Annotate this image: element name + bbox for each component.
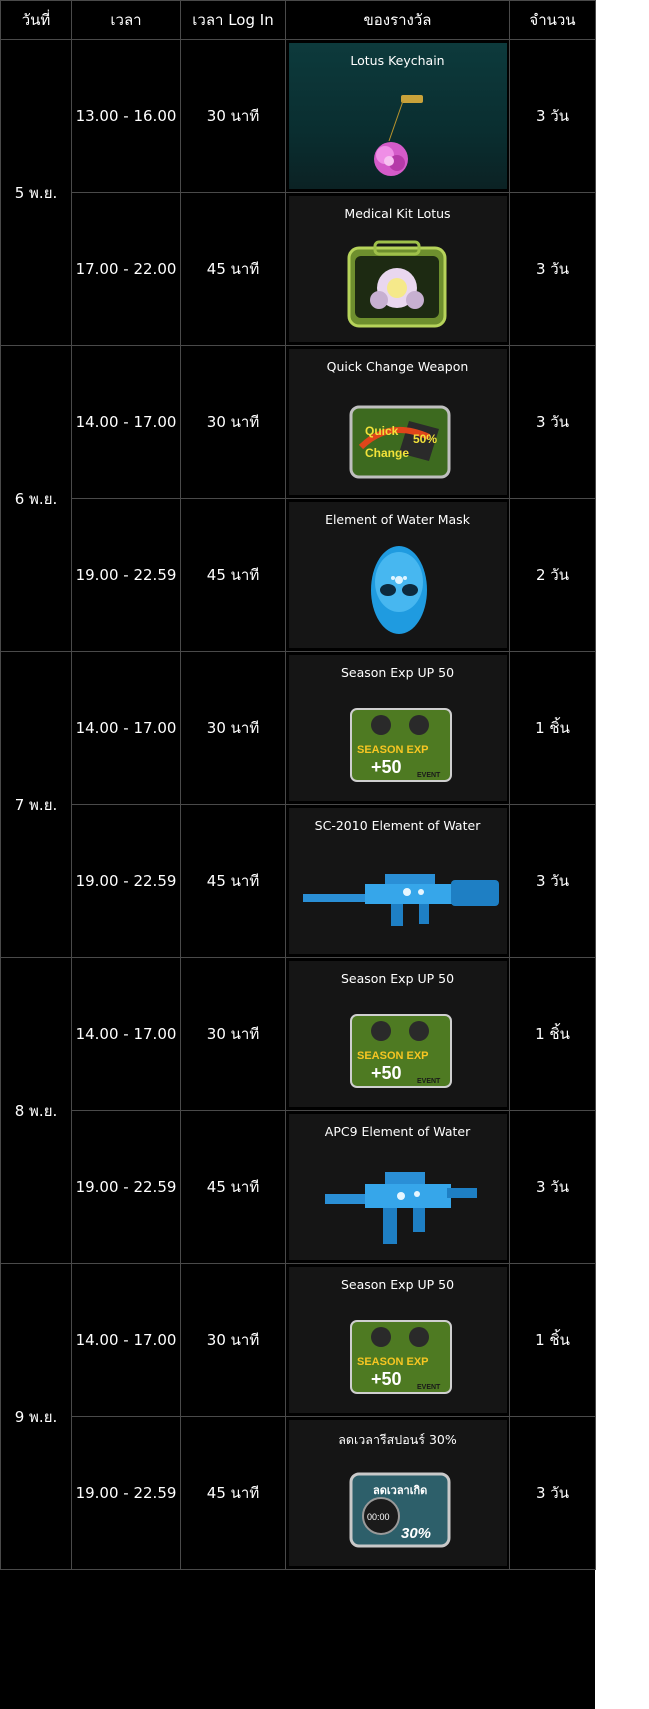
badge-line2: +50 bbox=[371, 1369, 402, 1389]
table-row: 19.00 - 22.59 45 นาที ลดเวลาเกิด 00:00 3… bbox=[1, 1416, 596, 1570]
login-cell: 30 นาที bbox=[180, 39, 286, 193]
table-row: 7 พ.ย. 14.00 - 17.00 30 นาที SEASON EXP … bbox=[0, 651, 596, 958]
time-cell: 19.00 - 22.59 bbox=[71, 498, 181, 652]
table-row: 8 พ.ย. 14.00 - 17.00 30 นาที SEASON EXP … bbox=[0, 957, 596, 1264]
prize-card: Element of Water Mask bbox=[288, 502, 507, 648]
login-cell: 45 นาที bbox=[180, 1416, 286, 1570]
badge-percent: 50% bbox=[413, 432, 437, 446]
table-row: 19.00 - 22.59 45 นาที SC-2010 Element of… bbox=[1, 804, 596, 958]
login-cell: 30 นาที bbox=[180, 957, 286, 1111]
badge-line1: Quick bbox=[365, 424, 399, 438]
date-cell: 7 พ.ย. bbox=[0, 651, 72, 958]
time-cell: 19.00 - 22.59 bbox=[71, 1416, 181, 1570]
prize-cell: SEASON EXP +50 EVENT Season Exp UP 50 bbox=[285, 651, 510, 805]
amount-cell: 3 วัน bbox=[509, 192, 596, 346]
badge-line1: ลดเวลาเกิด bbox=[373, 1484, 427, 1497]
login-cell: 45 นาที bbox=[180, 192, 286, 346]
prize-cell: SEASON EXP +50 EVENT Season Exp UP 50 bbox=[285, 957, 510, 1111]
prize-card: Lotus Keychain bbox=[288, 43, 507, 189]
header-time: เวลา bbox=[71, 0, 181, 40]
badge-line1: SEASON EXP bbox=[357, 744, 429, 756]
prize-cell: APC9 Element of Water bbox=[285, 1110, 510, 1264]
prize-cell: Lotus Keychain bbox=[285, 39, 510, 193]
prize-card: Medical Kit Lotus bbox=[288, 196, 507, 342]
prize-name: ลดเวลารีสปอนร์ 30% bbox=[338, 1432, 457, 1447]
prize-name: Element of Water Mask bbox=[325, 512, 470, 527]
event-reward-table-container: วันที่ เวลา เวลา Log In ของรางวัล จำนวน … bbox=[0, 0, 596, 1709]
prize-card: SEASON EXP +50 EVENT Season Exp UP 50 bbox=[288, 961, 507, 1107]
table-row: 5 พ.ย. 13.00 - 16.00 30 นาที Lotus Keych… bbox=[0, 39, 596, 346]
prize-card: Quick 50% Change Quick Change Weapon bbox=[288, 349, 507, 495]
amount-cell: 1 ชิ้น bbox=[509, 1263, 596, 1417]
header-amount: จำนวน bbox=[509, 0, 596, 40]
badge-line2: +50 bbox=[371, 1063, 402, 1083]
table-row: 9 พ.ย. 14.00 - 17.00 30 นาที SEASON EXP … bbox=[0, 1263, 596, 1570]
badge-tag: EVENT bbox=[417, 1078, 441, 1085]
login-cell: 30 นาที bbox=[180, 1263, 286, 1417]
badge-percent: 30% bbox=[401, 1525, 431, 1542]
amount-cell: 3 วัน bbox=[509, 804, 596, 958]
time-cell: 14.00 - 17.00 bbox=[71, 957, 181, 1111]
time-cell: 14.00 - 17.00 bbox=[71, 345, 181, 499]
prize-name: Lotus Keychain bbox=[350, 53, 445, 68]
prize-name: SC-2010 Element of Water bbox=[314, 818, 481, 833]
header-login: เวลา Log In bbox=[180, 0, 286, 40]
amount-cell: 2 วัน bbox=[509, 498, 596, 652]
time-cell: 19.00 - 22.59 bbox=[71, 804, 181, 958]
badge-line2: +50 bbox=[371, 757, 402, 777]
table-row: 19.00 - 22.59 45 นาที APC9 Element of Wa… bbox=[1, 1110, 596, 1264]
prize-cell: Medical Kit Lotus bbox=[285, 192, 510, 346]
prize-card: APC9 Element of Water bbox=[288, 1114, 507, 1260]
prize-cell: SC-2010 Element of Water bbox=[285, 804, 510, 958]
prize-name: Season Exp UP 50 bbox=[340, 665, 455, 680]
reward-table: วันที่ เวลา เวลา Log In ของรางวัล จำนวน … bbox=[0, 0, 596, 1570]
badge-tag: EVENT bbox=[417, 772, 441, 779]
amount-cell: 3 วัน bbox=[509, 1416, 596, 1570]
prize-name: Quick Change Weapon bbox=[326, 359, 469, 374]
amount-cell: 3 วัน bbox=[509, 1110, 596, 1264]
prize-name: Season Exp UP 50 bbox=[340, 971, 455, 986]
prize-cell: SEASON EXP +50 EVENT Season Exp UP 50 bbox=[285, 1263, 510, 1417]
badge-tag: EVENT bbox=[417, 1384, 441, 1391]
prize-name: Season Exp UP 50 bbox=[340, 1277, 455, 1292]
header-prize: ของรางวัล bbox=[285, 0, 510, 40]
amount-cell: 3 วัน bbox=[509, 345, 596, 499]
header-day: วันที่ bbox=[0, 0, 72, 40]
login-cell: 30 นาที bbox=[180, 651, 286, 805]
time-cell: 14.00 - 17.00 bbox=[71, 1263, 181, 1417]
login-cell: 45 นาที bbox=[180, 804, 286, 958]
login-cell: 45 นาที bbox=[180, 1110, 286, 1264]
prize-card: ลดเวลาเกิด 00:00 30% ลดเวลารีสปอนร์ 30% bbox=[288, 1420, 507, 1566]
login-cell: 30 นาที bbox=[180, 345, 286, 499]
login-cell: 45 นาที bbox=[180, 498, 286, 652]
date-cell: 6 พ.ย. bbox=[0, 345, 72, 652]
date-cell: 8 พ.ย. bbox=[0, 957, 72, 1264]
prize-card: SC-2010 Element of Water bbox=[288, 808, 507, 954]
table-row: 6 พ.ย. 14.00 - 17.00 30 นาที Quick 50% C… bbox=[0, 345, 596, 652]
date-cell: 5 พ.ย. bbox=[0, 39, 72, 346]
badge-line2: Change bbox=[365, 446, 409, 460]
prize-name: APC9 Element of Water bbox=[324, 1124, 471, 1139]
amount-cell: 3 วัน bbox=[509, 39, 596, 193]
prize-name: Medical Kit Lotus bbox=[344, 206, 451, 221]
prize-card: SEASON EXP +50 EVENT Season Exp UP 50 bbox=[288, 655, 507, 801]
prize-cell: Element of Water Mask bbox=[285, 498, 510, 652]
table-row: 19.00 - 22.59 45 นาที Element of Water M… bbox=[1, 498, 596, 652]
amount-cell: 1 ชิ้น bbox=[509, 651, 596, 805]
time-cell: 14.00 - 17.00 bbox=[71, 651, 181, 805]
badge-line1: SEASON EXP bbox=[357, 1050, 429, 1062]
time-cell: 17.00 - 22.00 bbox=[71, 192, 181, 346]
table-row: 17.00 - 22.00 45 นาที Medical Kit Lotus bbox=[1, 192, 596, 346]
prize-cell: Quick 50% Change Quick Change Weapon bbox=[285, 345, 510, 499]
badge-line1: SEASON EXP bbox=[357, 1356, 429, 1368]
date-cell: 9 พ.ย. bbox=[0, 1263, 72, 1570]
prize-card: SEASON EXP +50 EVENT Season Exp UP 50 bbox=[288, 1267, 507, 1413]
badge-line2: 00:00 bbox=[367, 1512, 390, 1522]
amount-cell: 1 ชิ้น bbox=[509, 957, 596, 1111]
time-cell: 19.00 - 22.59 bbox=[71, 1110, 181, 1264]
time-cell: 13.00 - 16.00 bbox=[71, 39, 181, 193]
header-row: วันที่ เวลา เวลา Log In ของรางวัล จำนวน bbox=[0, 0, 596, 40]
prize-cell: ลดเวลาเกิด 00:00 30% ลดเวลารีสปอนร์ 30% bbox=[285, 1416, 510, 1570]
